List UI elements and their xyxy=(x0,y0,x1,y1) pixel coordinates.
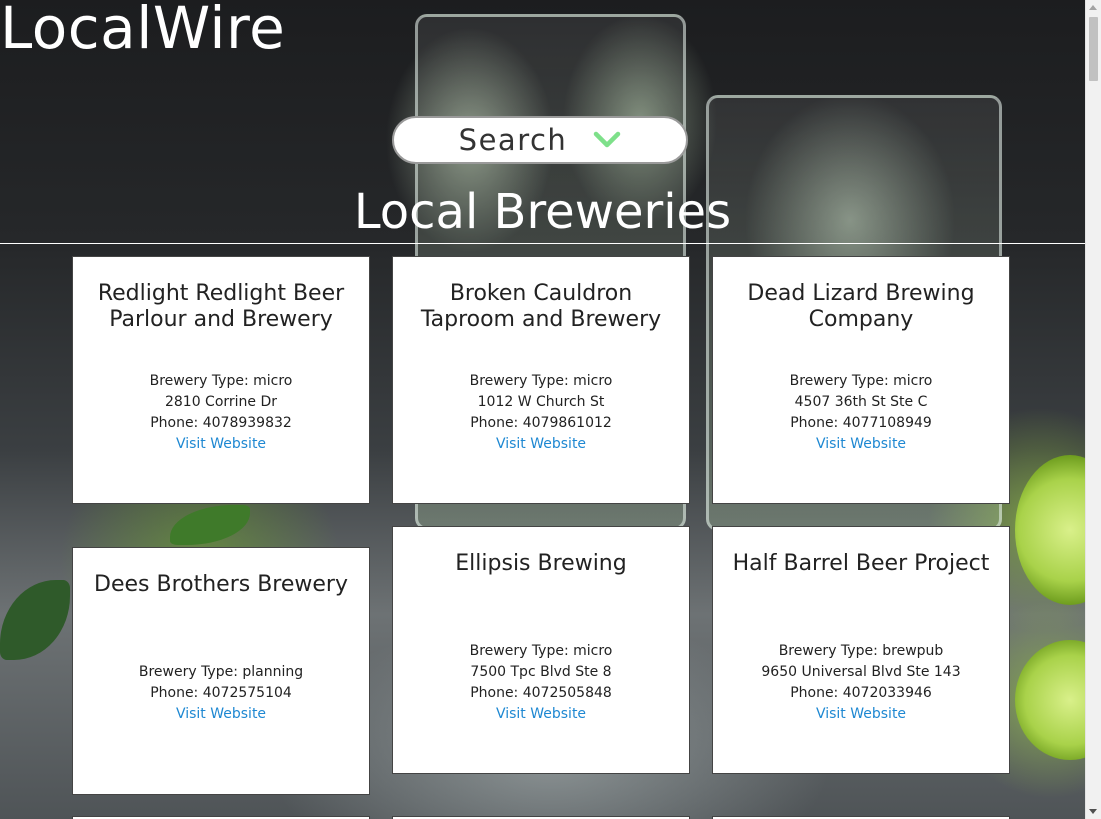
visit-website-link[interactable]: Visit Website xyxy=(496,704,586,725)
visit-website-link[interactable]: Visit Website xyxy=(176,704,266,725)
search-dropdown-button[interactable]: Search xyxy=(392,116,688,164)
brewery-card: Redlight Redlight Beer Parlour and Brewe… xyxy=(72,256,370,504)
background-leaf xyxy=(0,580,70,660)
brewery-info: Brewery Type: micro 1012 W Church St Pho… xyxy=(393,371,689,455)
brewery-name: Dees Brothers Brewery xyxy=(94,572,348,597)
brewery-card: Ellipsis Brewing Brewery Type: micro 750… xyxy=(392,526,690,774)
brewery-type: Brewery Type: planning xyxy=(138,664,304,680)
brewery-info: Brewery Type: brewpub 9650 Universal Blv… xyxy=(713,641,1009,725)
brewery-address: 2810 Corrine Dr xyxy=(164,394,278,410)
visit-website-link[interactable]: Visit Website xyxy=(816,434,906,455)
scrollbar-thumb[interactable] xyxy=(1089,17,1098,81)
brewery-type: Brewery Type: micro xyxy=(469,373,613,389)
chevron-down-icon xyxy=(593,131,621,149)
brewery-type: Brewery Type: brewpub xyxy=(778,643,944,659)
page: LocalWire Search Local Breweries Redligh… xyxy=(0,0,1101,819)
brewery-phone: Phone: 4072575104 xyxy=(150,685,292,701)
brewery-phone: Phone: 4072033946 xyxy=(790,685,932,701)
visit-website-link[interactable]: Visit Website xyxy=(176,434,266,455)
brewery-card: Dees Brothers Brewery Brewery Type: plan… xyxy=(72,547,370,795)
brewery-type: Brewery Type: micro xyxy=(469,643,613,659)
heading-divider xyxy=(0,243,1085,244)
brewery-name: Half Barrel Beer Project xyxy=(732,551,990,576)
brewery-info: Brewery Type: micro 4507 36th St Ste C P… xyxy=(713,371,1009,455)
search-label: Search xyxy=(458,123,568,157)
brewery-card: Half Barrel Beer Project Brewery Type: b… xyxy=(712,526,1010,774)
brand-logo[interactable]: LocalWire xyxy=(0,0,285,62)
brewery-phone: Phone: 4072505848 xyxy=(470,685,612,701)
brewery-address: 7500 Tpc Blvd Ste 8 xyxy=(470,664,612,680)
section-heading: Local Breweries xyxy=(353,184,732,240)
visit-website-link[interactable]: Visit Website xyxy=(496,434,586,455)
brewery-info: Brewery Type: planning Phone: 4072575104… xyxy=(73,662,369,725)
brewery-type: Brewery Type: micro xyxy=(149,373,293,389)
brewery-info: Brewery Type: micro 7500 Tpc Blvd Ste 8 … xyxy=(393,641,689,725)
visit-website-link[interactable]: Visit Website xyxy=(816,704,906,725)
brewery-card: Broken Cauldron Taproom and Brewery Brew… xyxy=(392,256,690,504)
brewery-type: Brewery Type: micro xyxy=(789,373,933,389)
background-leaf xyxy=(170,505,250,545)
brewery-address: 1012 W Church St xyxy=(477,394,605,410)
brewery-address: 9650 Universal Blvd Ste 143 xyxy=(761,664,961,680)
brewery-address: 4507 36th St Ste C xyxy=(794,394,928,410)
scroll-down-arrow-icon[interactable] xyxy=(1089,809,1097,814)
brewery-info: Brewery Type: micro 2810 Corrine Dr Phon… xyxy=(73,371,369,455)
brewery-name: Broken Cauldron Taproom and Brewery xyxy=(420,281,662,332)
scroll-up-arrow-icon[interactable] xyxy=(1089,5,1097,10)
brewery-name: Redlight Redlight Beer Parlour and Brewe… xyxy=(97,281,345,332)
brewery-phone: Phone: 4078939832 xyxy=(150,415,292,431)
brewery-card: Dead Lizard Brewing Company Brewery Type… xyxy=(712,256,1010,504)
vertical-scrollbar[interactable] xyxy=(1085,0,1101,819)
brewery-name: Dead Lizard Brewing Company xyxy=(747,281,975,332)
brewery-name: Ellipsis Brewing xyxy=(455,551,627,576)
brewery-phone: Phone: 4079861012 xyxy=(470,415,612,431)
brewery-phone: Phone: 4077108949 xyxy=(790,415,932,431)
